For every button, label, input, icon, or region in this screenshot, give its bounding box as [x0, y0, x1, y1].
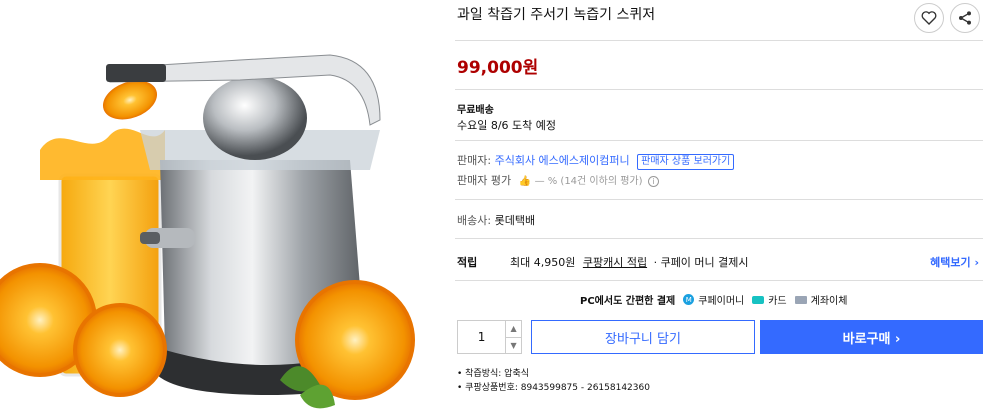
- payment-option-coupay: 쿠페이머니: [698, 296, 745, 307]
- benefit-view-link[interactable]: 혜택보기 ›: [930, 254, 979, 270]
- divider: [455, 199, 983, 200]
- heart-icon: [921, 11, 937, 25]
- product-price: 99,000원: [457, 58, 539, 78]
- divider: [455, 280, 983, 281]
- product-details-list: 착즙방식: 압축식 쿠팡상품번호: 8943599875 - 261581423…: [457, 367, 650, 395]
- reward-label: 적립: [457, 256, 478, 269]
- product-title: 과일 착즙기 주서기 녹즙기 스퀴저: [457, 7, 656, 23]
- bank-transfer-icon: [794, 295, 807, 304]
- share-button[interactable]: [950, 3, 980, 33]
- seller-rating-row: 판매자 평가 👍 — % (14건 이하의 평가) i: [457, 172, 660, 188]
- divider: [455, 89, 983, 90]
- product-image[interactable]: [0, 0, 440, 418]
- quantity-decrease-button[interactable]: ▼: [506, 338, 521, 354]
- delivery-row: 배송사: 롯데택배: [457, 212, 535, 228]
- reward-condition: · 쿠페이 머니 결제시: [653, 256, 749, 269]
- add-to-cart-button[interactable]: 장바구니 담기: [531, 320, 755, 354]
- detail-item: 착즙방식: 압축식: [457, 367, 650, 381]
- seller-label: 판매자:: [457, 154, 492, 167]
- divider: [455, 40, 983, 41]
- quantity-step-buttons: ▲ ▼: [505, 321, 521, 353]
- product-info-panel: 과일 착즙기 주서기 녹즙기 스퀴저 99,000원 무료배송 수요일 8/6 …: [455, 0, 985, 418]
- juicer-illustration: [0, 54, 415, 409]
- payment-option-card: 카드: [768, 296, 787, 307]
- seller-rating-text: — % (14건 이하의 평가): [534, 176, 643, 187]
- thumbs-up-icon: 👍: [518, 176, 532, 187]
- divider: [455, 140, 983, 141]
- info-icon[interactable]: i: [648, 176, 660, 187]
- reward-row: 최대 4,950원 쿠팡캐시 적립 · 쿠페이 머니 결제시: [510, 254, 749, 270]
- arrival-date: 수요일 8/6 도착 예정: [457, 119, 557, 132]
- share-icon: [959, 11, 971, 25]
- seller-products-button[interactable]: 판매자 상품 보러가기: [637, 154, 735, 170]
- free-shipping-label: 무료배송: [457, 105, 494, 116]
- quantity-input[interactable]: 1: [458, 321, 505, 353]
- quantity-stepper[interactable]: 1 ▲ ▼: [457, 320, 522, 354]
- seller-name-link[interactable]: 주식회사 에스에스제이컴퍼니: [495, 154, 630, 167]
- payment-options-row: PC에서도 간편한 결제 M 쿠페이머니 카드 계좌이체: [580, 292, 847, 307]
- delivery-label: 배송사:: [457, 214, 492, 227]
- coupay-money-icon: M: [683, 294, 695, 305]
- card-icon: [752, 295, 765, 304]
- seller-row: 판매자: 주식회사 에스에스제이컴퍼니 판매자 상품 보러가기: [457, 152, 735, 170]
- coupang-cash-link[interactable]: 쿠팡캐시 적립: [583, 256, 647, 269]
- divider: [455, 238, 983, 239]
- seller-rating-label: 판매자 평가: [457, 174, 512, 187]
- wishlist-button[interactable]: [914, 3, 944, 33]
- buy-now-button[interactable]: 바로구매 ›: [760, 320, 983, 354]
- product-page: 과일 착즙기 주서기 녹즙기 스퀴저 99,000원 무료배송 수요일 8/6 …: [0, 0, 993, 418]
- quantity-increase-button[interactable]: ▲: [506, 321, 521, 338]
- payment-label: PC에서도 간편한 결제: [580, 296, 676, 307]
- payment-option-bank: 계좌이체: [810, 296, 848, 307]
- reward-amount: 최대 4,950원: [510, 256, 576, 269]
- detail-item: 쿠팡상품번호: 8943599875 - 26158142360: [457, 381, 650, 395]
- delivery-company: 롯데택배: [494, 214, 536, 227]
